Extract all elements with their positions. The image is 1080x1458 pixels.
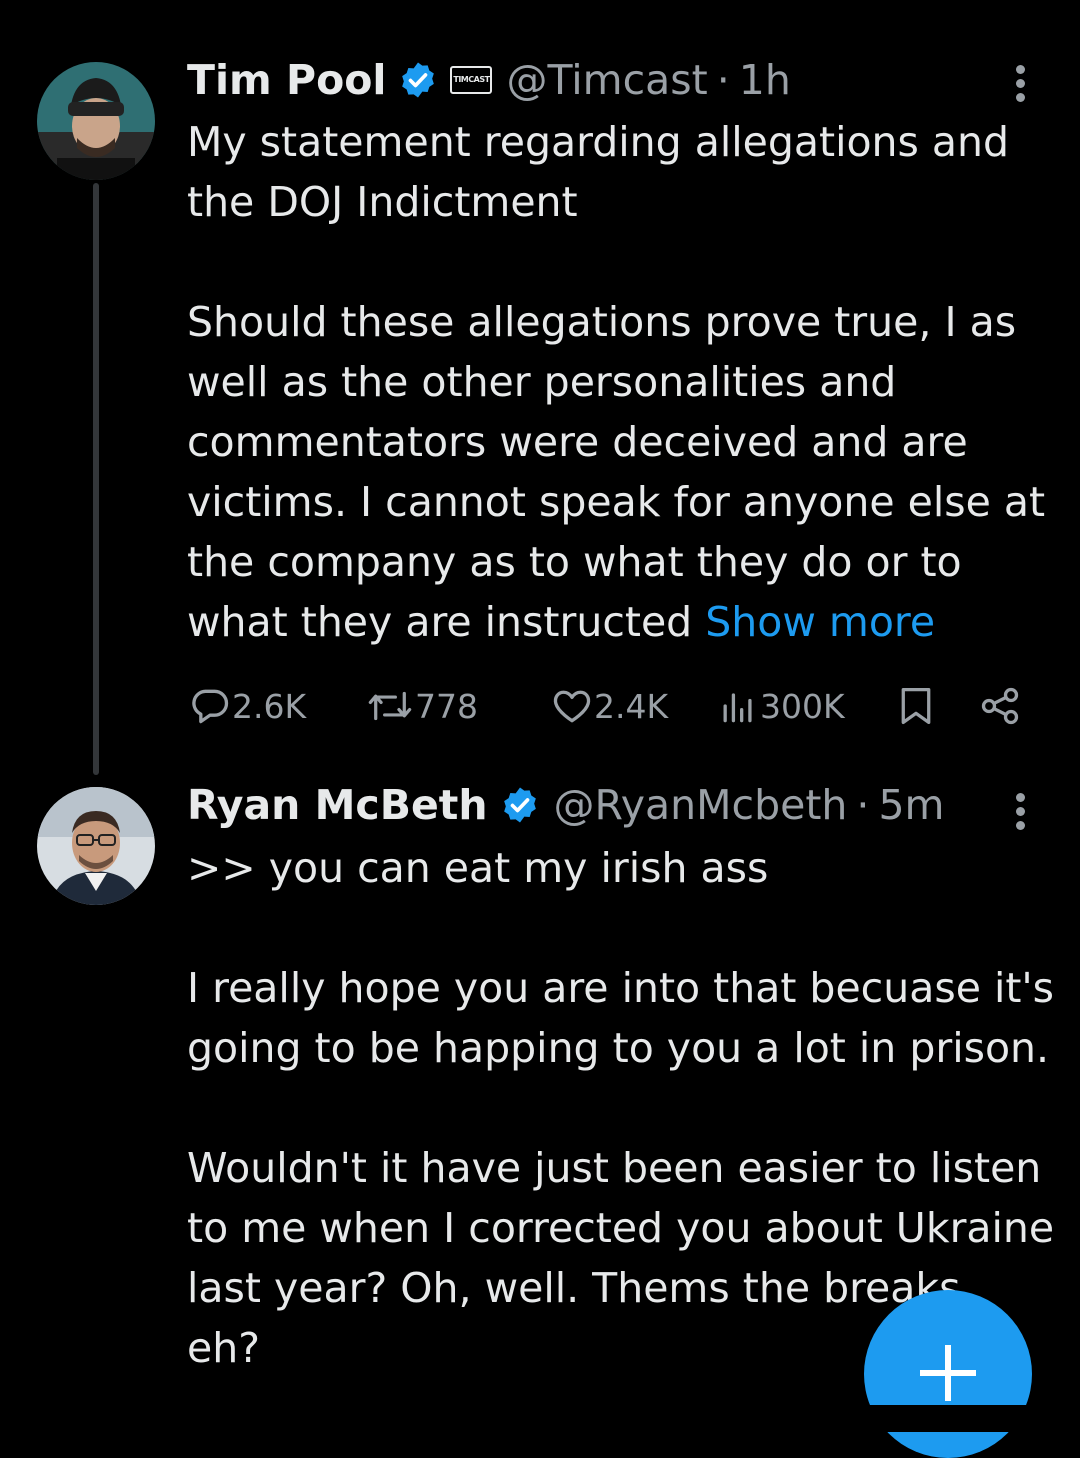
views-button[interactable]: 300K [716,676,845,736]
tweet-header: Ryan McBeth @RyanMcbeth · 5m [187,780,944,830]
tweet-paragraph: My statement regarding allegations and t… [187,118,1010,226]
avatar-ryanmcbeth-image [37,787,155,905]
show-more-link[interactable]: Show more [705,598,935,646]
bookmark-icon [901,688,931,724]
tweet-paragraph: I really hope you are into that becuase … [187,964,1055,1072]
reply-button[interactable]: 2.6K [188,676,306,736]
tweet-paragraph: >> you can eat my irish ass [187,844,769,892]
like-button[interactable]: 2.4K [550,676,668,736]
repost-count: 778 [415,686,478,726]
views-count: 300K [760,686,845,726]
avatar-timpool-image [37,62,155,180]
more-options-icon[interactable] [1004,790,1036,834]
avatar-timpool[interactable] [37,62,155,180]
timestamp[interactable]: 5m [878,780,944,830]
avatar-ryanmcbeth[interactable] [37,787,155,905]
separator-dot: · [716,56,730,104]
author-handle[interactable]: @RyanMcbeth [554,780,848,830]
more-options-icon[interactable] [1004,62,1036,106]
tweet-paragraph: Should these allegations prove true, I a… [187,292,1067,652]
author-name[interactable]: Tim Pool [187,55,386,105]
tweet-header: Tim Pool TIMCAST @Timcast · 1h [187,55,791,105]
timestamp[interactable]: 1h [739,55,791,105]
compose-button[interactable] [864,1290,1032,1458]
org-badge-timcast[interactable]: TIMCAST [450,66,493,94]
verified-badge-icon [503,787,536,823]
tweet-body: My statement regarding allegations and t… [187,112,1067,652]
like-count: 2.4K [594,686,669,726]
share-icon [981,687,1019,725]
tweet-actions: 2.6K 778 2.4K 300K [0,676,1080,736]
heart-icon [553,690,591,723]
bottom-bar [0,1405,1080,1432]
verified-badge-icon [402,62,435,98]
bookmark-button[interactable] [896,676,936,736]
reply-icon [192,689,229,724]
separator-dot: · [856,781,870,829]
views-chart-icon [723,693,752,723]
tweet-paragraph-text: Should these allegations prove true, I a… [187,298,1046,646]
reply-count: 2.6K [232,686,307,726]
share-button[interactable] [978,676,1022,736]
author-name[interactable]: Ryan McBeth [187,780,488,830]
repost-button[interactable]: 778 [365,676,478,736]
tweet-timpool[interactable]: Tim Pool TIMCAST @Timcast · 1h My statem… [0,0,1080,775]
author-handle[interactable]: @Timcast [506,55,707,105]
repost-icon [368,691,412,721]
plus-icon-vertical [945,1345,951,1401]
